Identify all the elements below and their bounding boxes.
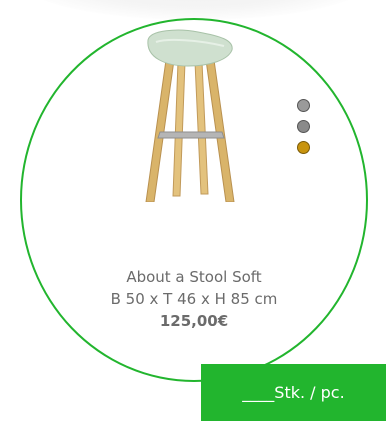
color-swatches (297, 99, 310, 154)
product-image-stool[interactable] (138, 26, 242, 202)
color-swatch-grey[interactable] (297, 99, 310, 112)
color-swatch-mustard[interactable] (297, 141, 310, 154)
quantity-input[interactable]: ____ Stk. / pc. (201, 364, 386, 421)
color-swatch-dark-grey[interactable] (297, 120, 310, 133)
quantity-blank: ____ (242, 383, 275, 402)
quantity-unit-label: Stk. / pc. (274, 383, 345, 402)
product-info: About a Stool Soft B 50 x T 46 x H 85 cm… (20, 266, 368, 332)
product-price: 125,00€ (159, 312, 229, 330)
product-name: About a Stool Soft (126, 268, 262, 286)
top-shadow (20, 0, 372, 20)
product-dimensions: B 50 x T 46 x H 85 cm (110, 290, 278, 308)
